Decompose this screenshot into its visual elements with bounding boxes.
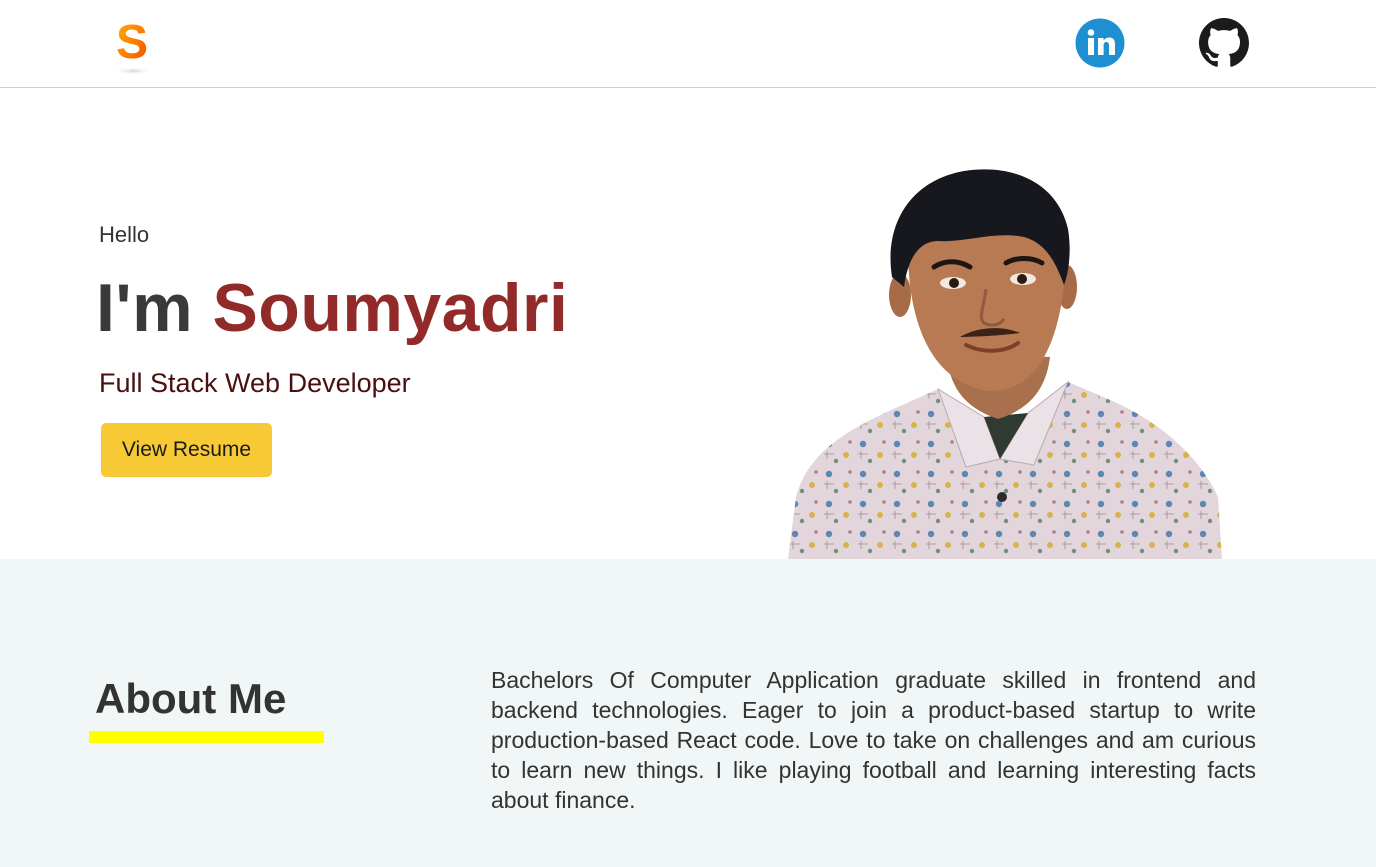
- intro-text: I'm: [96, 270, 194, 346]
- github-icon: [1199, 18, 1249, 67]
- site-logo[interactable]: S: [108, 12, 158, 76]
- hero-role: Full Stack Web Developer: [99, 368, 411, 398]
- linkedin-icon: [1075, 18, 1125, 68]
- logo-s-icon: S: [113, 16, 153, 75]
- about-description: Bachelors Of Computer Application gradua…: [491, 667, 1256, 813]
- linkedin-link[interactable]: [1075, 18, 1125, 68]
- view-resume-button[interactable]: View Resume: [101, 423, 272, 477]
- logo-letter: S: [116, 16, 148, 69]
- site-header: S: [0, 0, 1376, 88]
- profile-photo: [788, 169, 1222, 559]
- about-title-underline: [89, 731, 324, 743]
- github-link[interactable]: [1199, 18, 1249, 68]
- hero-name: Soumyadri: [212, 270, 569, 346]
- greeting-text: Hello: [99, 222, 150, 247]
- about-title: About Me: [95, 675, 287, 722]
- about-section: About Me Bachelors Of Computer Applicati…: [0, 559, 1376, 867]
- hero-headline: I'm Soumyadri: [96, 269, 568, 347]
- hero-section: Hello I'm Soumyadri Full Stack Web Devel…: [0, 89, 1376, 559]
